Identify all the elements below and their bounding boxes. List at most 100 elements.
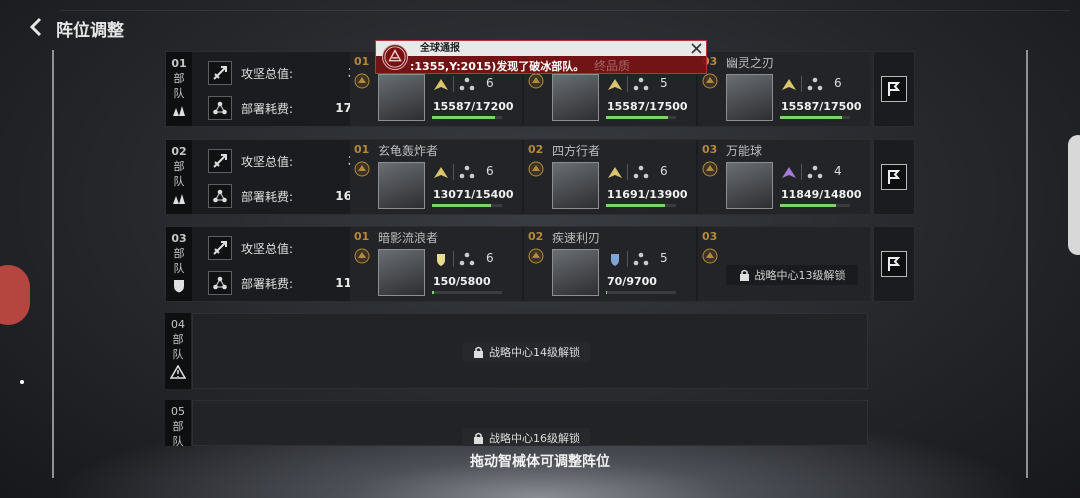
close-icon[interactable]	[689, 41, 704, 56]
deploy-cost: 6	[834, 76, 842, 90]
unit-hp: 11849/14800	[781, 188, 862, 201]
slot-number: 01	[354, 230, 370, 243]
unit-portrait[interactable]	[552, 249, 599, 296]
unit-name: 幽灵之刃	[726, 56, 775, 70]
team-row-03[interactable]: 03 部 队 攻坚总值: 81 部署耗费: 11/17 01 暗影流浪者 6 1…	[165, 226, 870, 302]
deploy-cost-icon	[459, 77, 475, 91]
hp-bar	[606, 116, 676, 119]
deploy-cost-icon	[633, 252, 649, 266]
global-notice-banner[interactable]: 全球通报 :1355,Y:2015)发现了破冰部队。 终品质	[375, 40, 707, 74]
unit-class-icon	[782, 79, 796, 90]
unit-class-icon	[608, 167, 622, 178]
lock-icon	[739, 269, 749, 281]
shield-icon	[174, 280, 184, 293]
unit-name: 万能球	[726, 144, 763, 158]
unit-portrait[interactable]	[552, 162, 599, 209]
divider	[627, 251, 628, 267]
unit-slot[interactable]: 01 暗影流浪者 6 150/5800	[350, 227, 522, 301]
divider	[453, 164, 454, 180]
deploy-cost-icon	[633, 165, 649, 179]
hp-bar	[780, 116, 850, 119]
frame-left-bracket	[52, 50, 62, 478]
set-flag-button[interactable]	[873, 139, 915, 215]
hp-bar	[432, 116, 502, 119]
slot-number: 03	[702, 230, 718, 243]
flag-icon	[888, 82, 901, 96]
hp-bar	[606, 204, 676, 207]
cost-stat: 部署耗费: 17/17	[208, 95, 373, 121]
unit-slot[interactable]: 03 万能球 4 11849/14800	[698, 140, 870, 214]
team-number: 05	[171, 405, 185, 418]
unlock-requirement: 战略中心13级解锁	[754, 269, 846, 282]
set-flag-button[interactable]	[873, 51, 915, 127]
unit-class-icon	[434, 167, 448, 178]
unit-hp: 15587/17500	[607, 100, 688, 113]
unit-hp: 15587/17200	[433, 100, 514, 113]
notice-title: 全球通报	[376, 41, 706, 56]
unit-portrait[interactable]	[378, 249, 425, 296]
team-lock-chip: 战略中心16级解锁	[463, 428, 590, 446]
slot-lock-chip: 战略中心13级解锁	[726, 265, 858, 285]
unit-hp: 13071/15400	[433, 188, 514, 201]
unit-slot[interactable]: 02 四方行者 6 11691/13900	[524, 140, 696, 214]
divider	[801, 76, 802, 92]
team-label: 02 部 队	[166, 140, 192, 214]
rank-emblem-icon	[354, 73, 370, 89]
team-lock-chip: 战略中心14级解锁	[463, 342, 590, 362]
rank-emblem-icon	[354, 248, 370, 264]
rank-emblem-icon	[702, 73, 718, 89]
assault-stat: 攻坚总值: 327	[208, 148, 373, 174]
back-arrow-icon[interactable]	[26, 16, 46, 38]
unit-portrait[interactable]	[552, 74, 599, 121]
floating-assistant-button[interactable]	[0, 265, 30, 325]
deploy-cost: 6	[486, 164, 494, 178]
team-label: 05 部 队	[165, 400, 191, 446]
unit-slot[interactable]: 01 玄龟轰炸者 6 13071/15400	[350, 140, 522, 214]
assault-icon	[208, 236, 232, 260]
slot-number: 02	[528, 143, 544, 156]
unit-portrait[interactable]	[378, 74, 425, 121]
deploy-cost-icon	[208, 184, 232, 208]
rank-emblem-icon	[528, 73, 544, 89]
lock-icon	[474, 346, 483, 358]
unit-slot[interactable]: 02 疾速利刃 5 70/9700	[524, 227, 696, 301]
assault-stat: 攻坚总值: 81	[208, 235, 373, 261]
deploy-cost: 6	[486, 76, 494, 90]
set-flag-button[interactable]	[873, 226, 915, 302]
unit-portrait[interactable]	[726, 162, 773, 209]
assault-type-icon	[173, 194, 185, 204]
unit-class-icon	[608, 79, 622, 90]
team-number: 01	[171, 57, 187, 70]
page-title: 阵位调整	[56, 21, 124, 41]
notice-message: :1355,Y:2015)发现了破冰部队。	[410, 60, 585, 73]
warning-icon	[170, 365, 186, 379]
unit-portrait[interactable]	[378, 162, 425, 209]
team-row-02[interactable]: 02 部 队 攻坚总值: 327 部署耗费: 16/17 01 玄龟轰炸者 6 …	[165, 139, 870, 215]
divider	[453, 76, 454, 92]
assault-label: 攻坚总值:	[241, 154, 294, 169]
unit-hp: 70/9700	[607, 275, 657, 288]
unit-class-icon	[437, 254, 445, 266]
unit-portrait[interactable]	[726, 74, 773, 121]
unit-hp: 15587/17500	[781, 100, 862, 113]
team-label-char: 队	[173, 87, 185, 100]
hp-bar	[432, 204, 502, 207]
hp-bar	[780, 204, 850, 207]
rank-emblem-icon	[528, 161, 544, 177]
team-label-char: 部	[173, 247, 185, 260]
slot-number: 01	[354, 55, 370, 68]
side-handle[interactable]	[1068, 135, 1080, 255]
cost-stat: 部署耗费: 16/17	[208, 183, 373, 209]
rank-emblem-icon	[528, 248, 544, 264]
unlock-requirement: 战略中心16级解锁	[489, 432, 580, 445]
unlock-requirement: 战略中心14级解锁	[489, 346, 580, 359]
deploy-cost: 4	[834, 164, 842, 178]
divider	[627, 76, 628, 92]
deploy-cost-icon	[633, 77, 649, 91]
unit-name: 四方行者	[552, 144, 601, 158]
rank-emblem-icon	[702, 161, 718, 177]
assault-label: 攻坚总值:	[241, 66, 294, 81]
deploy-cost-icon	[208, 271, 232, 295]
unit-slot[interactable]: 03 幽灵之刃 6 15587/17500	[698, 52, 870, 126]
team-label-char: 队	[173, 175, 185, 188]
